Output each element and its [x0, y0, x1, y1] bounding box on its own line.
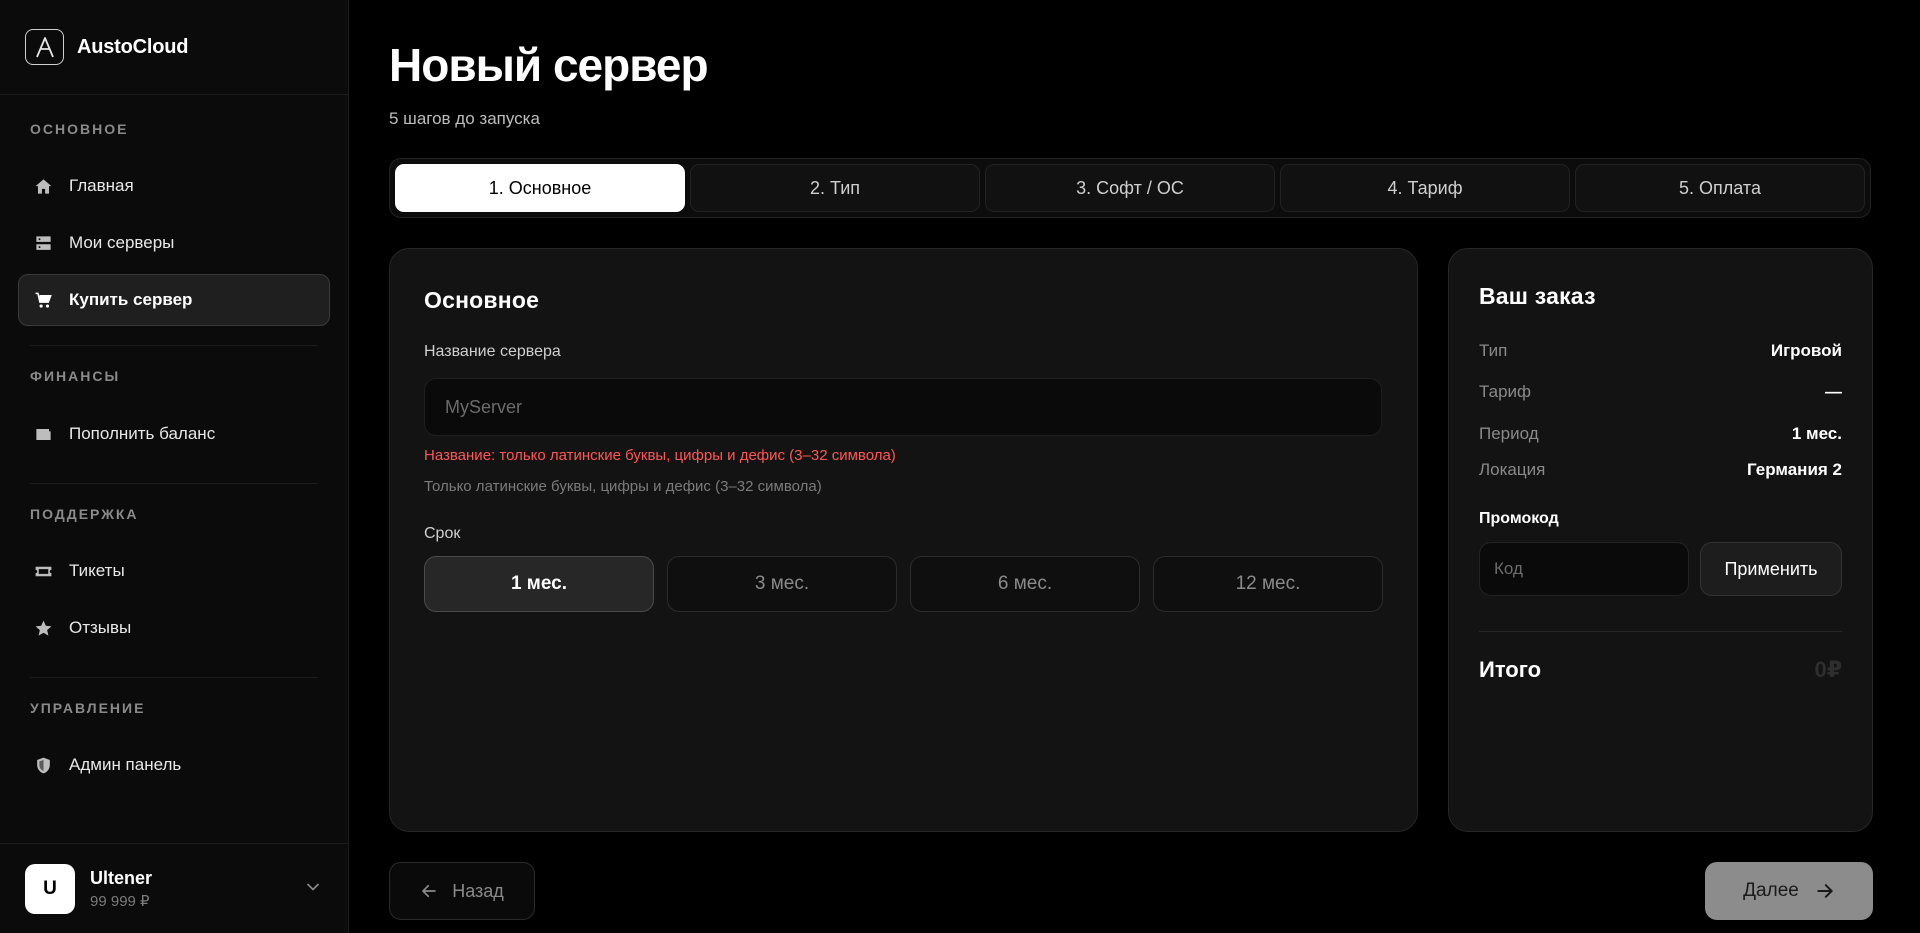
- order-value: Германия 2: [1746, 460, 1842, 479]
- sidebar-item-my-servers[interactable]: Мои серверы: [18, 217, 330, 269]
- page-subtitle: 5 шагов до запуска: [389, 109, 540, 128]
- sidebar-item-label: Тикеты: [69, 561, 125, 580]
- order-row-period: Период 1 мес.: [1479, 424, 1842, 444]
- promo-label: Промокод: [1479, 510, 1559, 527]
- sidebar-item-label: Мои серверы: [69, 233, 175, 252]
- order-row-location: Локация Германия 2: [1479, 460, 1842, 480]
- back-button[interactable]: Назад: [389, 862, 535, 920]
- back-button-label: Назад: [452, 880, 504, 901]
- arrow-right-icon: [1815, 881, 1835, 901]
- order-key: Тариф: [1479, 382, 1532, 401]
- sidebar-item-home[interactable]: Главная: [18, 160, 330, 212]
- period-6-months[interactable]: 6 мес.: [910, 556, 1140, 612]
- step-tariff[interactable]: 4. Тариф: [1280, 164, 1570, 212]
- total-value: 0₽: [1814, 657, 1842, 682]
- page-title: Новый сервер: [389, 39, 709, 91]
- sidebar-item-label: Отзывы: [69, 618, 132, 637]
- sidebar-item-top-up[interactable]: Пополнить баланс: [18, 408, 330, 460]
- field-hint: Только латинские буквы, цифры и дефис (3…: [424, 478, 822, 495]
- chevron-down-icon[interactable]: [303, 877, 323, 897]
- nav-header-manage: УПРАВЛЕНИЕ: [30, 700, 146, 716]
- user-menu[interactable]: U Ultener 99 999 ₽: [0, 843, 348, 933]
- sidebar-item-tickets[interactable]: Тикеты: [18, 545, 330, 597]
- sidebar-item-reviews[interactable]: Отзывы: [18, 602, 330, 654]
- nav-header-finance: ФИНАНСЫ: [30, 368, 121, 384]
- server-name-label: Название сервера: [424, 343, 561, 360]
- next-button[interactable]: Далее: [1705, 862, 1873, 920]
- apply-promo-button[interactable]: Применить: [1700, 542, 1842, 596]
- period-1-month[interactable]: 1 мес.: [424, 556, 654, 612]
- shield-icon: [33, 755, 53, 775]
- next-button-label: Далее: [1743, 880, 1799, 901]
- server-name-input[interactable]: [424, 378, 1382, 436]
- nav-header-main: ОСНОВНОЕ: [30, 121, 129, 137]
- step-software[interactable]: 3. Софт / ОС: [985, 164, 1275, 212]
- order-title: Ваш заказ: [1479, 283, 1596, 309]
- sidebar-item-label: Пополнить баланс: [69, 424, 216, 443]
- nav-section-main: ОСНОВНОЕ Главная Мои серверы Купить серв…: [0, 121, 348, 326]
- nav-section-finance: ФИНАНСЫ Пополнить баланс: [0, 368, 348, 460]
- order-row-type: Тип Игровой: [1479, 341, 1842, 361]
- sidebar-item-label: Админ панель: [69, 755, 182, 774]
- validation-error: Название: только латинские буквы, цифры …: [424, 447, 896, 464]
- server-icon: [33, 233, 53, 253]
- stepper: 1. Основное 2. Тип 3. Софт / ОС 4. Тариф…: [389, 158, 1871, 218]
- promo-code-input[interactable]: [1479, 542, 1689, 596]
- cart-icon: [33, 290, 53, 310]
- user-name: Ultener: [90, 867, 153, 888]
- period-selector: 1 мес. 3 мес. 6 мес. 12 мес.: [424, 556, 1383, 612]
- card-title: Основное: [424, 287, 540, 313]
- order-value: 1 мес.: [1791, 424, 1842, 443]
- order-key: Период: [1479, 424, 1539, 443]
- wallet-icon: [33, 424, 53, 444]
- nav-header-support: ПОДДЕРЖКА: [30, 506, 139, 522]
- step-basic[interactable]: 1. Основное: [395, 164, 685, 212]
- sidebar-item-label: Купить сервер: [69, 290, 193, 309]
- divider: [1479, 631, 1842, 632]
- app-root: AustoCloud ОСНОВНОЕ Главная Мои серверы: [0, 0, 1920, 933]
- sidebar-item-label: Главная: [69, 176, 134, 195]
- step-type[interactable]: 2. Тип: [690, 164, 980, 212]
- order-value: —: [1825, 382, 1842, 401]
- nav-section-support: ПОДДЕРЖКА Тикеты Отзывы: [0, 506, 348, 654]
- user-balance: 99 999 ₽: [90, 892, 150, 910]
- brand-name: AustoCloud: [77, 35, 189, 58]
- order-summary-card: Ваш заказ Тип Игровой Тариф — Период 1 м…: [1448, 248, 1873, 832]
- home-icon: [33, 176, 53, 196]
- period-12-months[interactable]: 12 мес.: [1153, 556, 1383, 612]
- period-label: Срок: [424, 525, 461, 542]
- order-value: Игровой: [1770, 341, 1842, 360]
- nav-section-manage: УПРАВЛЕНИЕ Админ панель: [0, 700, 348, 791]
- main-content: Новый сервер 5 шагов до запуска 1. Основ…: [349, 0, 1920, 933]
- brand[interactable]: AustoCloud: [0, 0, 348, 95]
- total-label: Итого: [1479, 657, 1542, 682]
- order-key: Тип: [1479, 341, 1508, 360]
- ticket-icon: [33, 561, 53, 581]
- step-payment[interactable]: 5. Оплата: [1575, 164, 1865, 212]
- period-3-months[interactable]: 3 мес.: [667, 556, 897, 612]
- avatar: U: [25, 863, 75, 914]
- logo-icon: [25, 29, 64, 65]
- arrow-left-icon: [420, 882, 438, 900]
- order-key: Локация: [1479, 460, 1546, 479]
- star-icon: [33, 618, 53, 638]
- order-row-tariff: Тариф —: [1479, 382, 1842, 402]
- sidebar-item-admin[interactable]: Админ панель: [18, 739, 330, 791]
- basic-settings-card: Основное Название сервера Название: толь…: [389, 248, 1418, 832]
- sidebar: AustoCloud ОСНОВНОЕ Главная Мои серверы: [0, 0, 349, 933]
- sidebar-item-buy-server[interactable]: Купить сервер: [18, 274, 330, 326]
- user-info: Ultener 99 999 ₽: [90, 868, 152, 910]
